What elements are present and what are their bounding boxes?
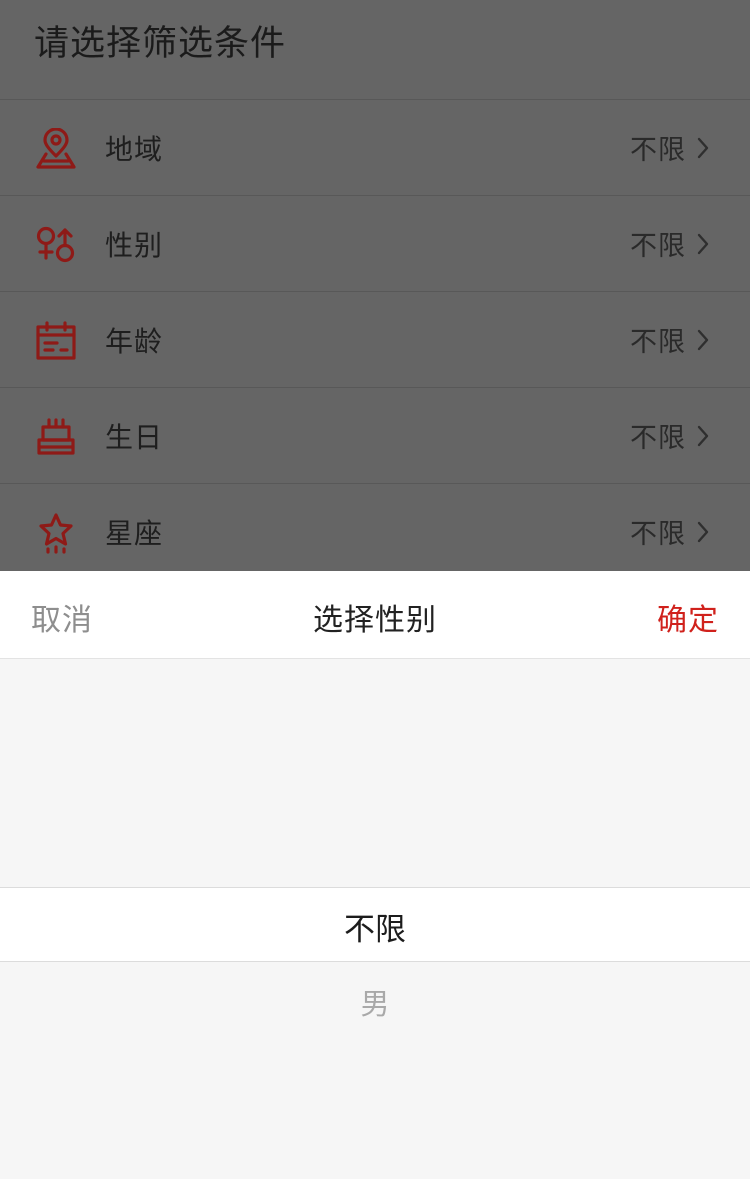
filter-value-constellation: 不限	[630, 519, 686, 550]
filter-label-age: 年龄	[105, 324, 164, 358]
filter-value-birthday: 不限	[630, 423, 686, 454]
filter-value-region: 不限	[630, 135, 686, 166]
filter-row-birthday[interactable]: 生日 不限	[0, 388, 750, 484]
chevron-right-icon	[696, 328, 710, 352]
confirm-button[interactable]: 确定	[657, 595, 719, 639]
screen: 请选择筛选条件 地域 不限 性别 不限 年龄 不限 生日 不限 星座 不限 取消…	[0, 0, 750, 1179]
chevron-right-icon	[696, 520, 710, 544]
filter-row-region[interactable]: 地域 不限	[0, 100, 750, 196]
picker-wheel[interactable]: 不限 男	[0, 659, 750, 1179]
sheet-title: 选择性别	[313, 603, 437, 638]
page-title: 请选择筛选条件	[34, 24, 287, 64]
picker-option-unlimited[interactable]: 不限	[0, 904, 750, 949]
page-header: 请选择筛选条件	[0, 0, 750, 100]
chevron-right-icon	[696, 424, 710, 448]
filter-row-age[interactable]: 年龄 不限	[0, 292, 750, 388]
sheet-toolbar: 取消 选择性别 确定	[0, 571, 750, 659]
filter-value-gender: 不限	[630, 231, 686, 262]
chevron-right-icon	[696, 136, 710, 160]
star-icon	[35, 512, 77, 554]
location-pin-icon	[35, 128, 77, 170]
filter-label-region: 地域	[105, 132, 164, 166]
birthday-cake-icon	[35, 416, 77, 458]
filter-row-constellation[interactable]: 星座 不限	[0, 484, 750, 580]
filter-label-constellation: 星座	[105, 516, 164, 550]
filter-value-age: 不限	[630, 327, 686, 358]
filter-label-birthday: 生日	[105, 420, 164, 454]
gender-picker-sheet: 取消 选择性别 确定 不限 男	[0, 571, 750, 1179]
picker-option-male[interactable]: 男	[0, 981, 750, 1023]
gender-icon	[35, 224, 77, 266]
calendar-icon	[35, 320, 77, 362]
filter-row-gender[interactable]: 性别 不限	[0, 196, 750, 292]
filter-label-gender: 性别	[105, 228, 164, 262]
chevron-right-icon	[696, 232, 710, 256]
